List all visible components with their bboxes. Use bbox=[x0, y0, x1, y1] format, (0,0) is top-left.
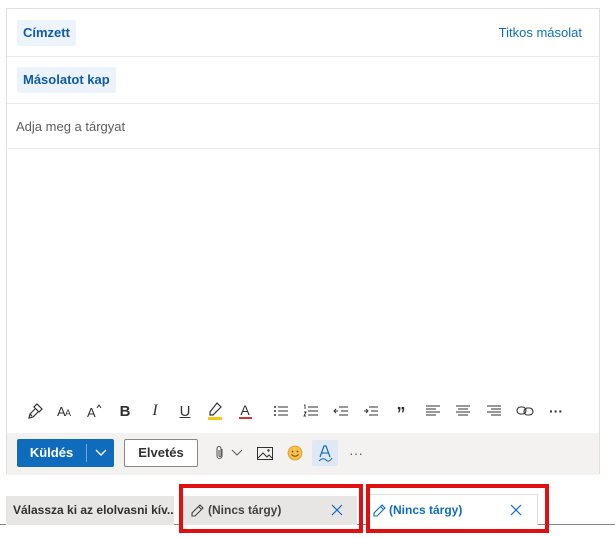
to-row: Címzett Titkos másolat bbox=[7, 9, 599, 57]
action-bar: Küldés Elvetés ··· bbox=[7, 433, 599, 475]
insert-picture-button[interactable] bbox=[254, 440, 276, 466]
format-painter-icon[interactable] bbox=[24, 399, 46, 423]
cc-row: Másolatot kap bbox=[7, 57, 599, 104]
svg-text:A: A bbox=[87, 405, 96, 419]
cc-button[interactable]: Másolatot kap bbox=[17, 67, 116, 93]
emoji-icon bbox=[287, 445, 303, 461]
send-button-group: Küldés bbox=[17, 439, 114, 467]
subject-field[interactable]: Adja meg a tárgyat bbox=[7, 104, 599, 149]
numbering-icon[interactable] bbox=[300, 399, 322, 423]
underline-icon[interactable]: U bbox=[174, 399, 196, 423]
align-right-icon[interactable] bbox=[483, 399, 505, 423]
decrease-indent-icon[interactable] bbox=[330, 399, 352, 423]
align-center-icon[interactable] bbox=[452, 399, 474, 423]
send-button[interactable]: Küldés bbox=[17, 439, 86, 467]
align-left-icon[interactable] bbox=[422, 399, 444, 423]
svg-text:A: A bbox=[65, 408, 71, 418]
compose-pane: Címzett Titkos másolat Másolatot kap Adj… bbox=[6, 8, 600, 475]
highlight-box bbox=[179, 484, 363, 533]
bold-icon[interactable]: B bbox=[114, 399, 136, 423]
italic-icon[interactable]: I bbox=[144, 399, 166, 423]
discard-button[interactable]: Elvetés bbox=[124, 439, 198, 467]
tab-reading-pane[interactable]: Válassza ki az elolvasni kív... bbox=[6, 496, 174, 525]
link-icon[interactable] bbox=[514, 399, 536, 423]
chevron-down-icon bbox=[231, 449, 243, 456]
bullets-icon[interactable] bbox=[270, 399, 292, 423]
editor-pen-icon bbox=[318, 445, 333, 462]
editor-button[interactable] bbox=[312, 440, 338, 466]
bcc-link[interactable]: Titkos másolat bbox=[499, 25, 582, 40]
font-color-bar bbox=[238, 417, 252, 419]
font-size-icon[interactable]: AA bbox=[54, 399, 76, 423]
send-divider bbox=[86, 444, 87, 462]
more-actions-icon[interactable]: ··· bbox=[345, 440, 367, 466]
to-button[interactable]: Címzett bbox=[17, 20, 76, 46]
paperclip-icon bbox=[216, 445, 223, 460]
font-color-icon[interactable]: A bbox=[234, 399, 256, 423]
emoji-button[interactable] bbox=[284, 440, 306, 466]
grow-font-icon[interactable]: A bbox=[84, 399, 106, 423]
image-icon bbox=[257, 446, 273, 460]
message-body[interactable] bbox=[7, 150, 599, 395]
send-options-button[interactable] bbox=[89, 439, 113, 467]
format-toolbar: AA A B I U A ” ··· bbox=[17, 399, 577, 424]
subject-placeholder: Adja meg a tárgyat bbox=[16, 119, 126, 134]
chevron-down-icon bbox=[95, 449, 107, 456]
highlight-box bbox=[366, 484, 549, 533]
more-formatting-icon[interactable]: ··· bbox=[545, 399, 567, 423]
highlight-icon[interactable] bbox=[204, 399, 226, 423]
increase-indent-icon[interactable] bbox=[360, 399, 382, 423]
attach-button[interactable] bbox=[212, 440, 246, 466]
font-color-letter: A bbox=[240, 402, 250, 418]
quote-icon[interactable]: ” bbox=[390, 399, 412, 424]
